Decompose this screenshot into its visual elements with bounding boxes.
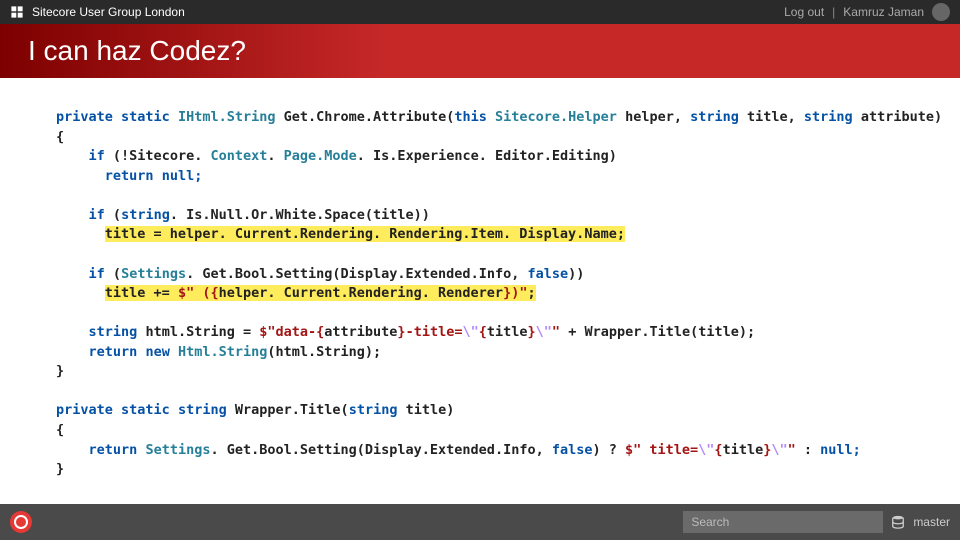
- code-text: attribute): [861, 109, 942, 125]
- string: }: [528, 324, 536, 340]
- keyword: string: [89, 324, 138, 340]
- topbar-left: Sitecore User Group London: [10, 5, 185, 19]
- code-text: (html.String);: [267, 344, 381, 360]
- code-text: helper. Current.Rendering. Renderer: [219, 285, 503, 301]
- search-input[interactable]: [683, 511, 883, 533]
- string: $" title=: [625, 442, 698, 458]
- string: $" ({: [178, 285, 219, 301]
- keyword: private: [56, 402, 113, 418]
- keyword: string: [121, 207, 170, 223]
- code-text: {: [56, 422, 64, 438]
- footer: master: [0, 504, 960, 540]
- keyword: this: [454, 109, 487, 125]
- string: {: [479, 324, 487, 340]
- string: $"data-{: [259, 324, 324, 340]
- code-text: .: [267, 148, 283, 164]
- code-text: Get.Chrome.Attribute(: [284, 109, 455, 125]
- divider: |: [832, 5, 835, 19]
- string: ": [552, 324, 560, 340]
- keyword: return: [105, 168, 154, 184]
- keyword: string: [178, 402, 227, 418]
- avatar[interactable]: [932, 3, 950, 21]
- type: Settings: [121, 266, 186, 282]
- keyword: string: [804, 109, 853, 125]
- topbar-title: Sitecore User Group London: [32, 5, 185, 19]
- code-block: private static IHtml.String Get.Chrome.A…: [0, 78, 960, 480]
- code-text: }: [56, 363, 64, 379]
- keyword: false: [552, 442, 593, 458]
- keyword: string: [690, 109, 739, 125]
- database-label[interactable]: master: [913, 515, 950, 529]
- code-text: (!Sitecore.: [113, 148, 211, 164]
- logout-link[interactable]: Log out: [784, 5, 824, 19]
- string: })": [503, 285, 527, 301]
- keyword: false: [527, 266, 568, 282]
- footer-left: [10, 511, 32, 533]
- string: -title=: [406, 324, 463, 340]
- string: ": [788, 442, 796, 458]
- code-text: {: [56, 129, 64, 145]
- keyword: if: [89, 207, 105, 223]
- code-text: title +=: [105, 285, 178, 301]
- code-text: title,: [747, 109, 804, 125]
- code-text: . Get.Bool.Setting(Display.Extended.Info…: [186, 266, 527, 282]
- type: Context: [210, 148, 267, 164]
- keyword: return: [89, 344, 138, 360]
- code-text: (: [113, 266, 121, 282]
- sitecore-logo-icon: [10, 5, 24, 19]
- string: {: [714, 442, 722, 458]
- code-text: ) ?: [592, 442, 625, 458]
- string-escape: \": [771, 442, 787, 458]
- code-text: title): [406, 402, 455, 418]
- string-escape: \": [698, 442, 714, 458]
- code-text: )): [568, 266, 584, 282]
- keyword: if: [89, 266, 105, 282]
- string-escape: \": [462, 324, 478, 340]
- code-text: :: [796, 442, 820, 458]
- string: }: [397, 324, 405, 340]
- code-text: title: [487, 324, 528, 340]
- footer-right: master: [683, 511, 950, 533]
- keyword: null;: [820, 442, 861, 458]
- code-text: title: [723, 442, 764, 458]
- code-text: (: [113, 207, 121, 223]
- page-title: I can haz Codez?: [28, 35, 246, 67]
- type: Settings: [145, 442, 210, 458]
- code-text: }: [56, 461, 64, 477]
- username-label[interactable]: Kamruz Jaman: [843, 5, 924, 19]
- type: Sitecore.Helper: [495, 109, 617, 125]
- code-text: . Is.Experience. Editor.Editing): [357, 148, 617, 164]
- code-text: + Wrapper.Title(title);: [560, 324, 755, 340]
- highlighted-code: title = helper. Current.Rendering. Rende…: [105, 226, 625, 242]
- keyword: null;: [162, 168, 203, 184]
- code-text: ;: [527, 285, 535, 301]
- keyword: new: [145, 344, 169, 360]
- keyword: static: [121, 109, 170, 125]
- keyword: private: [56, 109, 113, 125]
- keyword: if: [89, 148, 105, 164]
- keyword: string: [349, 402, 398, 418]
- topbar: Sitecore User Group London Log out | Kam…: [0, 0, 960, 24]
- keyword: return: [89, 442, 138, 458]
- type: IHtml.String: [178, 109, 276, 125]
- topbar-right: Log out | Kamruz Jaman: [784, 3, 950, 21]
- code-text: . Is.Null.Or.White.Space(title)): [170, 207, 430, 223]
- code-text: Wrapper.Title(: [235, 402, 349, 418]
- type: Page.Mode: [284, 148, 357, 164]
- code-text: . Get.Bool.Setting(Display.Extended.Info…: [210, 442, 551, 458]
- keyword: static: [121, 402, 170, 418]
- type: Html.String: [178, 344, 267, 360]
- sitecore-circle-icon[interactable]: [10, 511, 32, 533]
- hero-banner: I can haz Codez?: [0, 24, 960, 78]
- code-text: html.String =: [145, 324, 259, 340]
- database-icon: [891, 515, 905, 529]
- string-escape: \": [536, 324, 552, 340]
- code-text: attribute: [324, 324, 397, 340]
- code-text: helper,: [625, 109, 690, 125]
